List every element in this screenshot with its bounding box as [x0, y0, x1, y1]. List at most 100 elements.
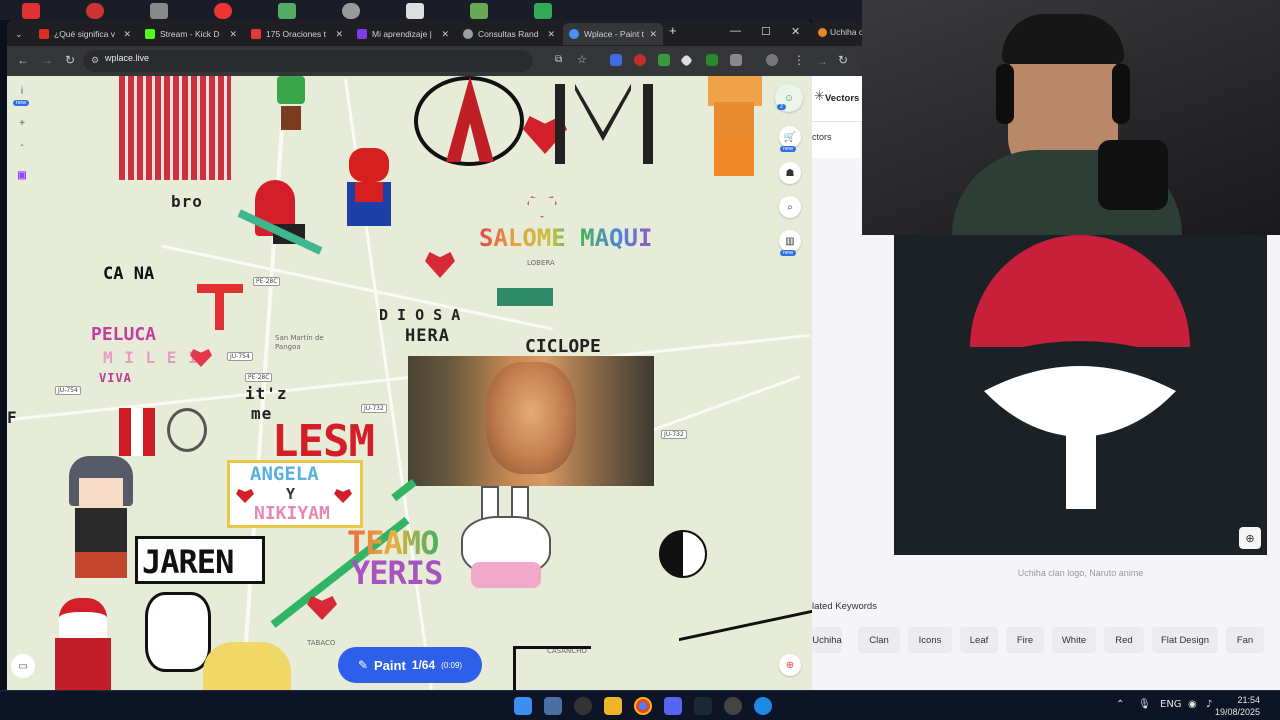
- zoom-image-button[interactable]: ⊕: [1239, 527, 1261, 549]
- vectors-icon: ✳: [814, 88, 825, 103]
- keyword-chip[interactable]: Icons: [908, 627, 952, 653]
- site-info-icon[interactable]: ⚙: [91, 55, 99, 66]
- tray-chevron-icon[interactable]: ⌃: [1116, 699, 1124, 710]
- keyword-chip[interactable]: Uchiha: [812, 627, 842, 653]
- tab-item[interactable]: Mi aprendizaje | ✕: [351, 23, 455, 45]
- app-icon[interactable]: [724, 697, 742, 715]
- edge-icon[interactable]: [754, 697, 772, 715]
- pixel-art-circle: [167, 408, 207, 452]
- zoom-in-button[interactable]: +: [11, 112, 33, 134]
- minimize-icon[interactable]: —: [730, 25, 741, 37]
- app-icon[interactable]: [86, 3, 104, 19]
- start-icon[interactable]: [514, 697, 532, 715]
- pixel-text: VIVA: [99, 371, 132, 385]
- keyword-chip[interactable]: Fan: [1226, 627, 1264, 653]
- keyword-chip[interactable]: Leaf: [960, 627, 998, 653]
- tab-item-active[interactable]: Wplace - Paint t ✕: [563, 23, 663, 45]
- app-icon[interactable]: [150, 3, 168, 19]
- tab-item[interactable]: Consultas Rand ✕: [457, 23, 561, 45]
- reload-icon[interactable]: ↻: [65, 53, 75, 67]
- pixel-art-plant: [273, 76, 309, 132]
- microphone-icon[interactable]: 🎙: [1138, 699, 1151, 710]
- keyword-chip[interactable]: Flat Design: [1152, 627, 1218, 653]
- tab-title[interactable]: Uchiha cl: [830, 27, 865, 37]
- network-icon[interactable]: ◉: [1188, 699, 1197, 710]
- maximize-icon[interactable]: ☐: [761, 25, 771, 38]
- profile-avatar[interactable]: [766, 54, 778, 66]
- zoom-out-button[interactable]: -: [11, 134, 33, 156]
- extension-icon[interactable]: [658, 54, 670, 66]
- new-tab-button[interactable]: +: [669, 23, 677, 38]
- extension-icon[interactable]: [634, 54, 646, 66]
- app-icon[interactable]: [214, 3, 232, 19]
- pixel-art-character: [51, 598, 115, 693]
- keyword-chip[interactable]: Red: [1104, 627, 1144, 653]
- keyword-chip[interactable]: Fire: [1006, 627, 1044, 653]
- volume-icon[interactable]: ♪: [1206, 699, 1212, 710]
- info-button[interactable]: i: [11, 80, 33, 102]
- reload-icon[interactable]: ↻: [838, 53, 848, 67]
- address-bar[interactable]: ⚙: [83, 50, 533, 72]
- extension-icon[interactable]: [680, 54, 693, 67]
- wplace-canvas-map[interactable]: PE-28C JU-754 JU-754 JU-732 JU-732 PE-28…: [7, 76, 812, 693]
- extensions-puzzle-icon[interactable]: [730, 54, 742, 66]
- close-icon[interactable]: ✕: [229, 29, 237, 40]
- forward-icon[interactable]: →: [41, 53, 53, 67]
- pixel-art-goku: [700, 76, 770, 180]
- extension-icon[interactable]: [610, 54, 622, 66]
- tab-item[interactable]: 175 Oraciones t ✕: [245, 23, 349, 45]
- close-icon[interactable]: ✕: [649, 29, 657, 40]
- app-icon[interactable]: [278, 3, 296, 19]
- app-icon[interactable]: [544, 697, 562, 715]
- bookmark-star-icon[interactable]: ☆: [577, 53, 587, 66]
- twitch-icon[interactable]: ▣: [11, 164, 33, 186]
- pixel-art-photo: [408, 356, 654, 486]
- paint-button[interactable]: ✎ Paint 1/64 (0:09): [338, 647, 482, 683]
- zoom-icon: ⊕: [1245, 532, 1255, 545]
- close-icon[interactable]: ✕: [441, 29, 449, 40]
- streamer-hair: [1002, 14, 1124, 64]
- app-icon[interactable]: [534, 3, 552, 19]
- pixel-text: ANGELA: [250, 463, 319, 485]
- locate-button[interactable]: ⊕: [779, 654, 801, 676]
- window-close-icon[interactable]: ✕: [791, 25, 800, 38]
- steam-icon[interactable]: [694, 697, 712, 715]
- keyword-chip[interactable]: White: [1052, 627, 1096, 653]
- discord-icon[interactable]: [664, 697, 682, 715]
- app-icon[interactable]: [406, 3, 424, 19]
- tab-list-button[interactable]: ⌄: [9, 23, 31, 45]
- close-icon[interactable]: ✕: [335, 29, 343, 40]
- tab-item[interactable]: ¿Qué significa v ✕: [33, 23, 137, 45]
- close-icon[interactable]: ✕: [547, 29, 555, 40]
- back-icon[interactable]: ←: [17, 53, 29, 67]
- leaderboard-icon: ▥: [785, 235, 795, 247]
- side-nav-item[interactable]: ctors: [812, 132, 832, 142]
- close-icon[interactable]: ✕: [123, 29, 131, 40]
- road-label: PE-28C: [253, 277, 281, 286]
- search-button[interactable]: ⌕: [779, 196, 801, 218]
- install-icon[interactable]: ⧉: [555, 54, 562, 65]
- file-explorer-icon[interactable]: [604, 697, 622, 715]
- app-icon[interactable]: [22, 3, 40, 19]
- pixel-art-letter-m: [555, 84, 653, 164]
- keyword-chip[interactable]: Clan: [858, 627, 900, 653]
- leaderboard-button[interactable]: ▥: [779, 230, 801, 252]
- menu-kebab-icon[interactable]: ⋮: [793, 53, 805, 67]
- language-indicator[interactable]: ENG: [1160, 699, 1182, 710]
- related-keywords-title: lated Keywords: [812, 601, 877, 612]
- alliance-button[interactable]: ☗: [779, 162, 801, 184]
- app-icon[interactable]: [574, 697, 592, 715]
- chrome-icon[interactable]: [634, 697, 652, 715]
- nav-vectors[interactable]: Vectors: [825, 93, 859, 104]
- store-button[interactable]: 🛒: [779, 126, 801, 148]
- extension-icon[interactable]: [706, 54, 718, 66]
- clock[interactable]: 21:54 19/08/2025: [1215, 694, 1260, 718]
- app-icon[interactable]: [342, 3, 360, 19]
- layers-button[interactable]: ▭: [11, 654, 35, 678]
- app-icon[interactable]: [470, 3, 488, 19]
- pixel-art-heart: [307, 596, 337, 620]
- forward-icon[interactable]: →: [816, 54, 828, 68]
- url-text[interactable]: wplace.live: [105, 53, 149, 63]
- clock-date: 19/08/2025: [1214, 707, 1260, 717]
- tab-item[interactable]: Stream - Kick D ✕: [139, 23, 243, 45]
